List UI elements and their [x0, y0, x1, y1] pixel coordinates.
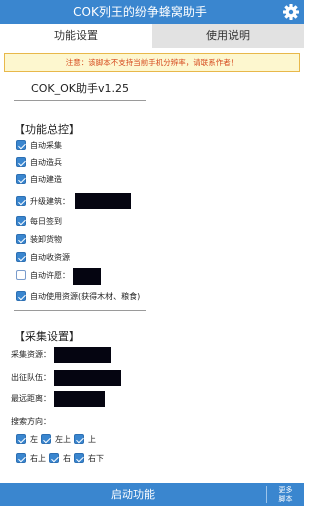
- direction-row: 右上 右 右下: [16, 451, 107, 465]
- bottom-bar: 启动功能 更多 脚本: [0, 483, 304, 506]
- divider: [14, 100, 146, 101]
- checkbox-box[interactable]: [16, 291, 26, 301]
- tab-instructions[interactable]: 使用说明: [152, 24, 304, 48]
- checkbox-auto-use-resources[interactable]: 自动使用资源(获得木材、粮食): [16, 289, 140, 303]
- checkbox-label: 自动造兵: [30, 157, 62, 167]
- tab-bar: 功能设置 使用说明: [0, 24, 304, 48]
- collect-resource-select[interactable]: [54, 347, 111, 363]
- direction-label: 左上: [55, 434, 71, 444]
- checkbox-daily-signin[interactable]: 每日签到: [16, 214, 62, 228]
- more-scripts-label-line2: 脚本: [278, 495, 293, 503]
- direction-label: 上: [88, 434, 96, 444]
- checkbox-auto-collect[interactable]: 自动采集: [16, 138, 62, 152]
- checkbox-label: 自动许愿：: [30, 270, 70, 280]
- checkbox-auto-wish[interactable]: 自动许愿：: [16, 268, 70, 282]
- checkbox-box[interactable]: [16, 174, 26, 184]
- direction-up[interactable]: 上: [74, 434, 96, 445]
- gear-icon[interactable]: [280, 1, 302, 23]
- direction-up-right[interactable]: 右上: [16, 453, 46, 464]
- notice-banner: 注意：该脚本不支持当前手机分辨率，请联系作者！: [4, 53, 300, 72]
- direction-row: 左 左上 上: [16, 432, 99, 446]
- checkbox-load-cargo[interactable]: 装卸货物: [16, 232, 62, 246]
- direction-label: 左: [30, 434, 38, 444]
- checkbox-box[interactable]: [16, 157, 26, 167]
- checkbox-box[interactable]: [49, 453, 59, 463]
- direction-label: 右下: [88, 453, 104, 463]
- checkbox-label: 每日签到: [30, 216, 62, 226]
- upgrade-building-select[interactable]: [75, 193, 131, 209]
- checkbox-box[interactable]: [16, 234, 26, 244]
- checkbox-box[interactable]: [16, 270, 26, 280]
- checkbox-box[interactable]: [74, 453, 84, 463]
- checkbox-box[interactable]: [16, 252, 26, 262]
- checkbox-box[interactable]: [74, 434, 84, 444]
- checkbox-box[interactable]: [41, 434, 51, 444]
- auto-wish-select[interactable]: [73, 268, 101, 285]
- start-function-button[interactable]: 启动功能: [0, 483, 266, 506]
- direction-up-left[interactable]: 左上: [41, 434, 71, 445]
- collect-resource-label: 采集资源：: [11, 350, 51, 359]
- checkbox-label: 自动采集: [30, 140, 62, 150]
- checkbox-box[interactable]: [16, 434, 26, 444]
- collect-settings-title: 【采集设置】: [14, 330, 80, 343]
- checkbox-label: 自动建造: [30, 174, 62, 184]
- march-team-label: 出征队伍：: [11, 373, 51, 382]
- direction-left[interactable]: 左: [16, 434, 38, 445]
- checkbox-auto-collect-resources[interactable]: 自动收资源: [16, 250, 70, 264]
- checkbox-auto-train[interactable]: 自动造兵: [16, 155, 62, 169]
- checkbox-label: 升级建筑：: [30, 196, 70, 206]
- march-team-select[interactable]: [54, 370, 121, 386]
- direction-label: 右: [63, 453, 71, 463]
- checkbox-box[interactable]: [16, 216, 26, 226]
- checkbox-auto-build[interactable]: 自动建造: [16, 172, 62, 186]
- search-direction-label: 搜索方向：: [11, 417, 51, 426]
- direction-label: 右上: [30, 453, 46, 463]
- more-scripts-button[interactable]: 更多 脚本: [267, 483, 304, 506]
- checkbox-box[interactable]: [16, 453, 26, 463]
- checkbox-label: 自动使用资源(获得木材、粮食): [30, 291, 141, 301]
- checkbox-box[interactable]: [16, 196, 26, 206]
- max-distance-select[interactable]: [54, 391, 105, 407]
- title-bar: COK列王的纷争蜂窝助手: [0, 0, 304, 24]
- checkbox-label: 装卸货物: [30, 234, 62, 244]
- app-title: COK列王的纷争蜂窝助手: [73, 5, 207, 19]
- function-control-title: 【功能总控】: [14, 123, 80, 136]
- tab-function-settings[interactable]: 功能设置: [0, 24, 152, 48]
- checkbox-upgrade-building[interactable]: 升级建筑：: [16, 194, 70, 208]
- max-distance-label: 最远距离：: [11, 394, 51, 403]
- version-label: COK_OK助手v1.25: [31, 82, 129, 95]
- checkbox-label: 自动收资源: [30, 252, 70, 262]
- more-scripts-label-line1: 更多: [278, 486, 293, 494]
- direction-right[interactable]: 右: [49, 453, 71, 464]
- direction-down-right[interactable]: 右下: [74, 453, 104, 464]
- checkbox-box[interactable]: [16, 140, 26, 150]
- divider: [14, 310, 146, 311]
